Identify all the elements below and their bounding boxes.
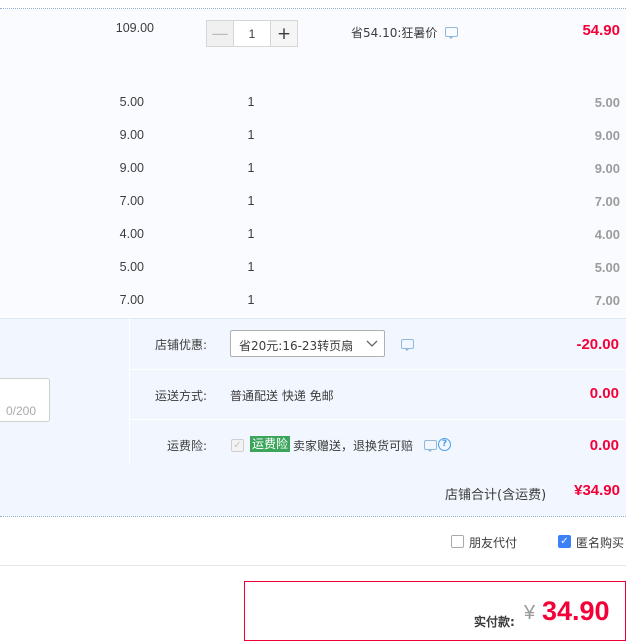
comment-icon[interactable] xyxy=(445,27,458,39)
options-divider xyxy=(129,318,130,465)
quantity-stepper[interactable]: — 1 + xyxy=(206,20,298,47)
item-quantity: 1 xyxy=(247,128,255,142)
item-quantity: 1 xyxy=(247,194,255,208)
comment-icon[interactable] xyxy=(424,440,437,452)
item-subtotal: 9.00 xyxy=(594,128,620,143)
item-unit-price: 9.00 xyxy=(119,161,144,175)
insurance-label: 运费险: xyxy=(167,439,208,453)
store-total-amount: ¥34.90 xyxy=(574,482,620,499)
options-row-divider xyxy=(130,369,626,370)
options-row-divider xyxy=(130,419,626,420)
item-quantity: 1 xyxy=(247,95,255,109)
decrease-quantity-button[interactable]: — xyxy=(206,20,234,47)
total-divider xyxy=(0,516,626,517)
item-subtotal: 5.00 xyxy=(594,260,620,275)
options-bottom-divider xyxy=(0,565,626,566)
store-discount-label: 店铺优惠: xyxy=(155,338,208,352)
item-quantity: 1 xyxy=(247,161,255,175)
payment-summary-box: 实付款: ¥ 34.90 xyxy=(244,581,626,641)
item-subtotal: 4.00 xyxy=(594,227,620,242)
item-unit-price: 5.00 xyxy=(119,260,144,274)
comment-icon[interactable] xyxy=(401,339,414,351)
shipping-label: 运送方式: xyxy=(155,389,208,403)
main-item-subtotal: 54.90 xyxy=(582,22,620,39)
quantity-input[interactable]: 1 xyxy=(234,20,270,47)
item-subtotal: 7.00 xyxy=(594,293,620,308)
item-unit-price: 4.00 xyxy=(119,227,144,241)
item-unit-price: 7.00 xyxy=(119,293,144,307)
item-unit-price: 5.00 xyxy=(119,95,144,109)
help-icon[interactable]: ? xyxy=(438,438,451,451)
payment-label: 实付款: xyxy=(474,615,515,629)
payment-amount: 34.90 xyxy=(542,596,610,626)
friend-pay-checkbox[interactable] xyxy=(451,535,464,548)
discount-note: 省54.10:狂暑价 xyxy=(351,26,438,40)
store-discount-value: 省20元:16-23转页扇 xyxy=(239,339,354,353)
message-counter: 0/200 xyxy=(6,404,37,418)
item-unit-price: 9.00 xyxy=(119,128,144,142)
item-quantity: 1 xyxy=(247,293,255,307)
shipping-method: 普通配送 快递 免邮 xyxy=(230,389,334,403)
item-subtotal: 5.00 xyxy=(594,95,620,110)
chevron-down-icon xyxy=(366,340,378,347)
insurance-checkbox[interactable]: ✓ xyxy=(231,439,244,452)
increase-quantity-button[interactable]: + xyxy=(270,20,298,47)
insurance-badge: 运费险 xyxy=(250,436,291,452)
item-unit-price: 7.00 xyxy=(119,194,144,208)
anonymous-label[interactable]: 匿名购买 xyxy=(576,534,624,551)
item-quantity: 1 xyxy=(247,260,255,274)
insurance-text: 卖家赠送，退换货可赔 xyxy=(293,439,414,453)
item-subtotal: 7.00 xyxy=(594,194,620,209)
friend-pay-label[interactable]: 朋友代付 xyxy=(469,534,517,551)
currency-symbol: ¥ xyxy=(524,602,536,624)
store-total-label: 店铺合计(含运费) xyxy=(445,488,547,503)
shipping-amount: 0.00 xyxy=(589,385,619,402)
store-discount-amount: -20.00 xyxy=(576,336,619,353)
insurance-amount: 0.00 xyxy=(589,437,619,454)
store-discount-select[interactable]: 省20元:16-23转页扇 xyxy=(230,330,385,357)
item-subtotal: 9.00 xyxy=(594,161,620,176)
item-quantity: 1 xyxy=(247,227,255,241)
main-item-unit-price: 109.00 xyxy=(115,21,154,35)
anonymous-checkbox[interactable]: ✓ xyxy=(558,535,571,548)
